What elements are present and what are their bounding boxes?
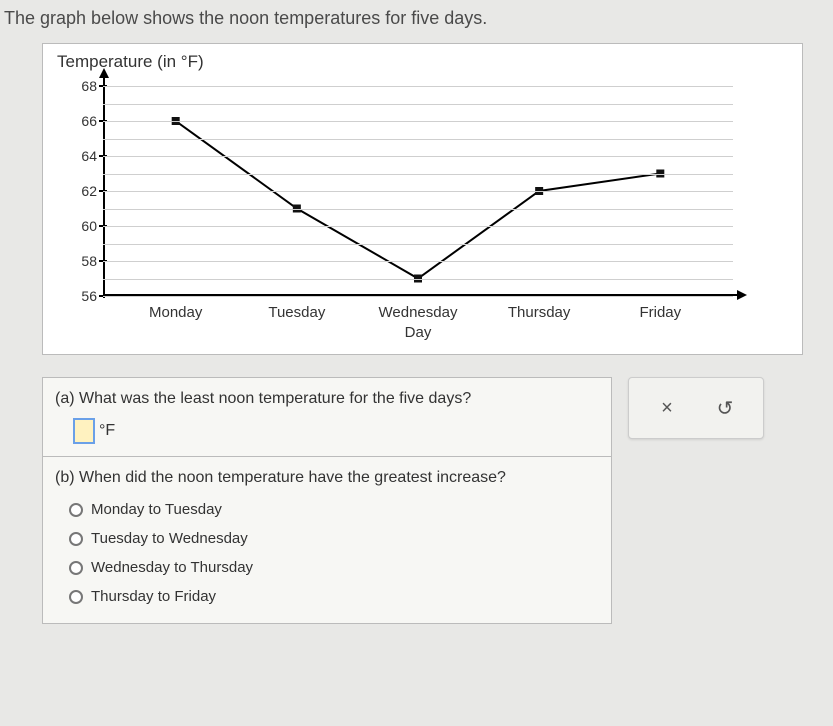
y-arrow-icon xyxy=(99,68,109,78)
option-3[interactable]: Thursday to Friday xyxy=(69,582,599,611)
y-tick-label: 60 xyxy=(81,218,97,234)
intro-text: The graph below shows the noon temperatu… xyxy=(0,0,833,43)
y-tick-label: 66 xyxy=(81,113,97,129)
question-b-text: (b) When did the noon temperature have t… xyxy=(55,469,599,487)
radio-icon xyxy=(69,590,83,604)
x-tick-label: Tuesday xyxy=(268,304,325,321)
x-tick-label: Friday xyxy=(639,304,681,321)
questions-panel: (a) What was the least noon temperature … xyxy=(42,377,612,624)
unit-label: °F xyxy=(99,422,115,440)
option-label: Monday to Tuesday xyxy=(91,501,222,518)
reset-icon: ↺ xyxy=(717,396,734,421)
reset-button[interactable]: ↺ xyxy=(705,390,745,426)
y-tick-label: 68 xyxy=(81,78,97,94)
option-2[interactable]: Wednesday to Thursday xyxy=(69,553,599,582)
controls-panel: × ↺ xyxy=(628,377,764,439)
radio-icon xyxy=(69,532,83,546)
radio-icon xyxy=(69,561,83,575)
question-b: (b) When did the noon temperature have t… xyxy=(43,457,611,623)
y-tick-label: 58 xyxy=(81,253,97,269)
option-label: Thursday to Friday xyxy=(91,588,216,605)
radio-icon xyxy=(69,503,83,517)
close-icon: × xyxy=(661,397,673,420)
y-tick-label: 56 xyxy=(81,288,97,304)
x-axis-label: Day xyxy=(405,324,432,341)
plot-area xyxy=(103,86,733,296)
options-group: Monday to Tuesday Tuesday to Wednesday Wed… xyxy=(69,495,599,611)
chart: 56 58 60 62 64 66 68 Monday Tuesday Wednesday Thu… xyxy=(59,76,739,346)
option-label: Wednesday to Thursday xyxy=(91,559,253,576)
x-axis: Monday Tuesday Wednesday Thursday Friday Day xyxy=(103,304,733,348)
y-tick-label: 62 xyxy=(81,183,97,199)
option-1[interactable]: Tuesday to Wednesday xyxy=(69,524,599,553)
option-label: Tuesday to Wednesday xyxy=(91,530,248,547)
chart-panel: Temperature (in °F) 56 58 60 62 64 66 68 Monda… xyxy=(42,43,803,355)
x-arrow-icon xyxy=(737,290,747,300)
x-tick-label: Wednesday xyxy=(379,304,458,321)
question-a: (a) What was the least noon temperature … xyxy=(43,378,611,457)
option-0[interactable]: Monday to Tuesday xyxy=(69,495,599,524)
y-tick-label: 64 xyxy=(81,148,97,164)
chart-title: Temperature (in °F) xyxy=(57,52,794,72)
temperature-input[interactable] xyxy=(73,418,95,444)
y-axis: 56 58 60 62 64 66 68 xyxy=(59,76,103,346)
question-a-text: (a) What was the least noon temperature … xyxy=(55,390,599,408)
x-tick-label: Monday xyxy=(149,304,202,321)
close-button[interactable]: × xyxy=(647,390,687,426)
x-tick-label: Thursday xyxy=(508,304,571,321)
